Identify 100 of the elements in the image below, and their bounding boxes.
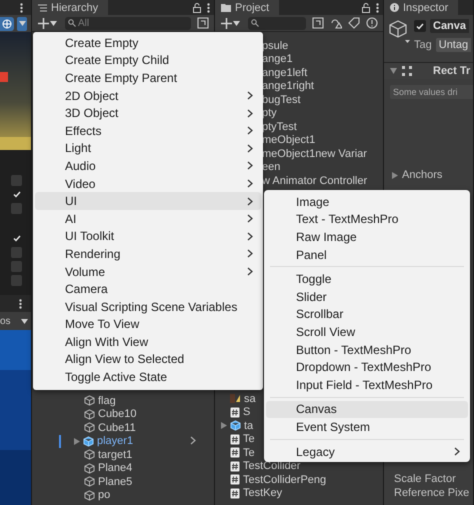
menu-item[interactable]: Button - TextMeshPro — [266, 340, 468, 358]
project-item[interactable]: een — [262, 161, 280, 174]
menu-item[interactable]: Legacy — [266, 442, 468, 460]
menu-item[interactable]: Scroll View — [266, 323, 468, 341]
foldout-arrow-icon[interactable] — [390, 68, 397, 74]
add-button[interactable] — [36, 16, 59, 30]
checkbox[interactable] — [11, 175, 22, 186]
lock-icon[interactable] — [362, 2, 370, 12]
menu-item[interactable]: UI — [35, 192, 261, 210]
more-icon[interactable] — [207, 2, 210, 12]
menu-item[interactable]: Raw Image — [266, 228, 468, 246]
active-checkbox[interactable] — [414, 20, 426, 32]
menu-item[interactable]: AI — [35, 210, 261, 228]
menu-item[interactable]: Create Empty — [35, 34, 261, 52]
inspector-tab[interactable]: Inspector — [384, 0, 458, 15]
expand-arrow-icon[interactable] — [221, 422, 227, 430]
project-item[interactable]: TestCollider — [243, 460, 300, 472]
project-item[interactable]: bugTest — [262, 94, 301, 106]
hierarchy-item[interactable]: Plane5 — [98, 476, 132, 488]
more-icon[interactable] — [20, 2, 23, 12]
hierarchy-item[interactable]: player1 — [97, 435, 134, 448]
menu-item[interactable]: Create Empty Child — [35, 52, 261, 70]
search-field[interactable]: All — [65, 16, 191, 30]
expand-arrow-icon[interactable] — [74, 438, 80, 445]
project-item[interactable]: ange1 — [262, 53, 293, 66]
menu-item[interactable]: Image — [266, 193, 468, 211]
menu-item[interactable]: Camera — [35, 280, 261, 298]
hierarchy-item[interactable]: Cube11 — [98, 422, 136, 434]
checkbox[interactable] — [11, 261, 22, 272]
menu-item[interactable]: Canvas — [266, 400, 468, 418]
project-item[interactable]: TestKey — [243, 487, 282, 500]
menu-item[interactable]: Video — [35, 174, 261, 192]
tag-dropdown[interactable]: Untag — [436, 38, 472, 52]
project-item[interactable]: ta — [244, 420, 254, 432]
hierarchy-item[interactable]: target1 — [98, 448, 132, 461]
project-item[interactable]: Te — [243, 446, 255, 459]
cube-icon — [84, 422, 95, 434]
checkbox[interactable] — [11, 203, 22, 214]
tag-icon[interactable] — [348, 17, 360, 29]
foldout-label[interactable]: Anchors — [402, 169, 442, 181]
menu-item[interactable]: Toggle Active State — [35, 368, 261, 386]
menu-item[interactable]: Align View to Selected — [35, 350, 261, 368]
chevron-right-icon — [190, 436, 196, 446]
cube-icon — [84, 476, 95, 488]
menu-item[interactable]: Dropdown - TextMeshPro — [266, 358, 468, 376]
menu-item[interactable]: Visual Scripting Scene Variables — [35, 298, 261, 316]
filter-icon[interactable] — [312, 17, 324, 29]
scene-filter-icon[interactable] — [197, 17, 209, 29]
menu-item[interactable]: 3D Object — [35, 104, 261, 122]
menu-item[interactable]: Audio — [35, 157, 261, 175]
checkbox[interactable] — [11, 275, 22, 286]
project-item[interactable]: sa — [244, 392, 256, 405]
hierarchy-item[interactable]: Plane4 — [98, 462, 132, 474]
foldout-arrow-icon[interactable] — [392, 172, 398, 178]
project-item[interactable]: ange1right — [262, 80, 314, 92]
hierarchy-item[interactable]: po — [98, 489, 110, 502]
tag-label: Tag — [414, 39, 432, 51]
menu-item[interactable]: 2D Object — [35, 86, 261, 104]
menu-item[interactable]: Move To View — [35, 316, 261, 334]
project-tab[interactable]: Project — [215, 0, 280, 15]
component-title: Rect Tr — [433, 65, 470, 77]
project-item[interactable]: meObject1new Variar — [262, 148, 367, 160]
project-item[interactable]: meObject1 — [262, 134, 316, 146]
menu-item[interactable]: Effects — [35, 122, 261, 140]
cube-icon — [84, 462, 95, 474]
hierarchy-item[interactable]: flag — [98, 394, 116, 407]
add-button[interactable] — [219, 16, 242, 30]
hierarchy-tab[interactable]: Hierarchy — [32, 0, 108, 15]
menu-item[interactable]: Volume — [35, 262, 261, 280]
project-item[interactable]: ptyTest — [262, 120, 297, 133]
menu-item[interactable]: UI Toolkit — [35, 228, 261, 246]
material-icon — [230, 393, 241, 404]
menu-item[interactable]: Create Empty Parent — [35, 69, 261, 87]
rect-transform-icon — [402, 66, 412, 76]
lock-icon[interactable] — [193, 2, 201, 12]
dropdown-button[interactable] — [17, 16, 27, 30]
name-field[interactable]: Canva — [430, 19, 470, 33]
project-item[interactable]: TestColliderPeng — [243, 474, 326, 486]
caret-icon — [50, 20, 57, 26]
menu-item[interactable]: Light — [35, 140, 261, 158]
menu-item[interactable]: Slider — [266, 288, 468, 306]
menu-item[interactable]: Toggle — [266, 270, 468, 288]
search-icon — [251, 19, 259, 27]
checkbox[interactable] — [11, 247, 22, 258]
menu-item[interactable]: Panel — [266, 246, 468, 264]
menu-item[interactable]: Text - TextMeshPro — [266, 210, 468, 228]
project-item[interactable]: Te — [243, 433, 255, 446]
hierarchy-item[interactable]: Cube10 — [98, 408, 137, 420]
menu-item[interactable]: Event System — [266, 418, 468, 436]
project-item[interactable]: S — [243, 406, 250, 418]
menu-item[interactable]: Scrollbar — [266, 306, 468, 324]
menu-item[interactable]: Align With View — [35, 333, 261, 351]
gizmo-button[interactable] — [0, 16, 14, 30]
menu-item[interactable]: Input Field - TextMeshPro — [266, 376, 468, 394]
menu-item[interactable]: Rendering — [35, 245, 261, 263]
search-field[interactable] — [248, 16, 306, 30]
more-icon[interactable] — [376, 2, 379, 12]
project-item[interactable]: ange1left — [262, 66, 308, 79]
warning-icon[interactable] — [366, 17, 378, 29]
more-icon[interactable] — [19, 298, 22, 308]
